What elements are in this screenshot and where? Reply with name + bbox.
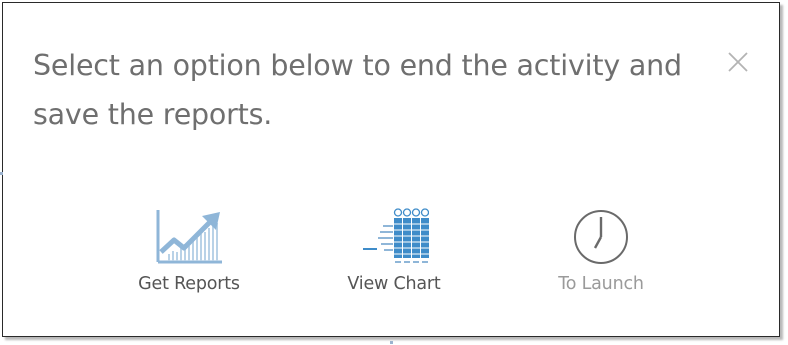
view-chart-label: View Chart [347, 274, 441, 294]
rising-bar-chart-icon [156, 210, 222, 264]
edge-marker [0, 172, 3, 175]
close-icon [728, 52, 748, 72]
clock-icon [574, 210, 628, 264]
edge-marker [390, 341, 393, 344]
dialog-message: Select an option below to end the activi… [33, 49, 682, 131]
to-launch-button[interactable]: To Launch [526, 208, 676, 303]
results-grid-chart-icon [363, 208, 429, 263]
end-activity-dialog: Select an option below to end the activi… [2, 2, 780, 337]
view-chart-button[interactable]: View Chart [319, 208, 469, 303]
close-button[interactable] [725, 49, 751, 75]
get-reports-button[interactable]: Get Reports [114, 208, 264, 303]
to-launch-label: To Launch [558, 274, 644, 294]
get-reports-label: Get Reports [138, 274, 240, 294]
